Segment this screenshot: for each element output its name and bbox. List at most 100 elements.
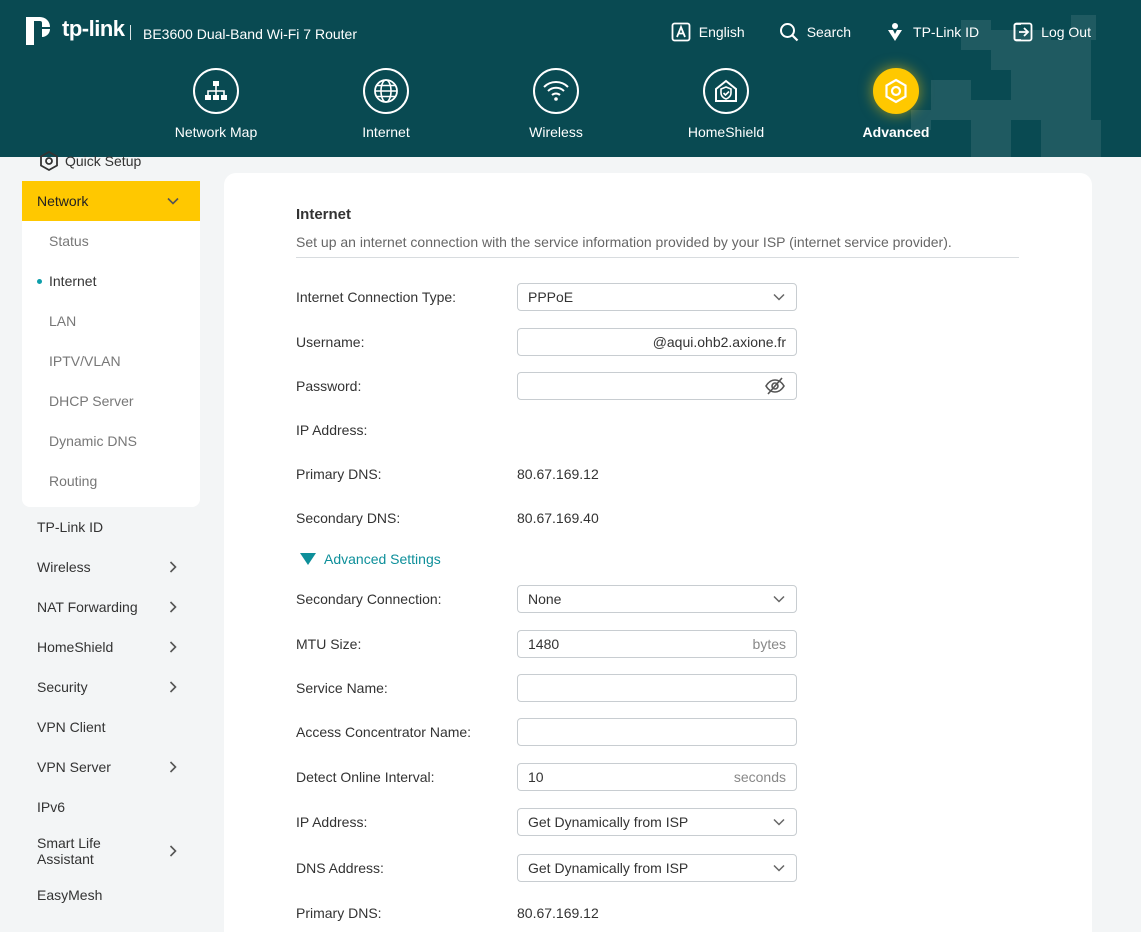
tplink-id-label: TP-Link ID: [913, 24, 980, 40]
chevron-right-icon: [169, 761, 177, 773]
quick-setup-link[interactable]: Quick Setup: [38, 150, 141, 172]
language-link[interactable]: English: [671, 22, 745, 42]
tab-wireless[interactable]: Wireless: [471, 68, 641, 140]
tplink-id-link[interactable]: TP-Link ID: [885, 22, 979, 42]
username-row: Username: @aqui.ohb2.axione.fr: [296, 327, 856, 357]
tab-label: HomeShield: [687, 124, 765, 140]
ip-address-row: IP Address:: [296, 415, 856, 445]
sidebar-subitem-internet[interactable]: Internet: [22, 261, 200, 301]
sidebar-item-easymesh[interactable]: EasyMesh: [22, 875, 200, 915]
tab-advanced[interactable]: Advanced: [811, 68, 981, 140]
service-name-row: Service Name:: [296, 673, 856, 703]
connection-type-row: Internet Connection Type: PPPoE: [296, 282, 856, 312]
sidebar-item-security[interactable]: Security: [22, 667, 200, 707]
field-label: Service Name:: [296, 680, 388, 696]
input-value: @aqui.ohb2.axione.fr: [652, 334, 786, 350]
sidebar-item-homeshield[interactable]: HomeShield: [22, 627, 200, 667]
sidebar-item-label: TP-Link ID: [37, 519, 104, 535]
model-name: BE3600 Dual-Band Wi-Fi 7 Router: [143, 26, 357, 42]
access-concentrator-row: Access Concentrator Name:: [296, 717, 856, 747]
select-value: Get Dynamically from ISP: [528, 860, 689, 876]
quick-setup-label: Quick Setup: [65, 153, 142, 169]
password-row: Password:: [296, 371, 856, 401]
adv-ip-address-row: IP Address: Get Dynamically from ISP: [296, 807, 856, 837]
sidebar-item-network[interactable]: Network: [22, 181, 200, 221]
mtu-input[interactable]: 1480 bytes: [517, 630, 797, 658]
primary-dns-row: Primary DNS: 80.67.169.12: [296, 459, 856, 489]
divider: [296, 257, 1019, 258]
header: tp-link BE3600 Dual-Band Wi-Fi 7 Router …: [0, 0, 1141, 157]
sidebar-item-tplink-id[interactable]: TP-Link ID: [22, 507, 200, 547]
advanced-settings-toggle[interactable]: Advanced Settings: [300, 551, 441, 567]
network-map-icon: [193, 68, 239, 114]
tplink-logo-icon: [26, 17, 50, 45]
gear-icon: [873, 68, 919, 114]
ip-address-select[interactable]: Get Dynamically from ISP: [517, 808, 797, 836]
brand-name: tp-link: [62, 16, 125, 41]
sidebar-item-vpn-server[interactable]: VPN Server: [22, 747, 200, 787]
page-title: Internet: [296, 206, 352, 223]
divider: [130, 25, 131, 40]
sidebar-item-wireless[interactable]: Wireless: [22, 547, 200, 587]
eye-hidden-icon[interactable]: [764, 375, 786, 397]
dns-address-row: DNS Address: Get Dynamically from ISP: [296, 853, 856, 883]
field-label: Detect Online Interval:: [296, 769, 435, 785]
sidebar-item-label: Wireless: [37, 559, 91, 575]
sidebar-subitem-dhcp-server[interactable]: DHCP Server: [22, 381, 200, 421]
sidebar-item-label: Smart Life Assistant: [37, 835, 101, 867]
tplink-logo[interactable]: tp-link: [22, 11, 125, 47]
field-label: MTU Size:: [296, 636, 362, 652]
field-label: IP Address:: [296, 422, 368, 438]
field-label: Primary DNS:: [296, 466, 382, 482]
select-value: Get Dynamically from ISP: [528, 814, 689, 830]
search-link[interactable]: Search: [779, 22, 851, 42]
chevron-right-icon: [169, 641, 177, 653]
access-concentrator-input[interactable]: [517, 718, 797, 746]
field-label: Password:: [296, 378, 362, 394]
sidebar-subitem-status[interactable]: Status: [22, 221, 200, 261]
tab-label: Internet: [362, 124, 410, 140]
language-label: English: [698, 24, 745, 40]
tplink-id-icon: [888, 23, 903, 41]
sidebar-item-label: VPN Client: [37, 719, 106, 735]
sidebar-item-label: Security: [37, 679, 88, 695]
secondary-connection-row: Secondary Connection: None: [296, 584, 856, 614]
quick-setup-icon: [40, 150, 58, 172]
connection-type-select[interactable]: PPPoE: [517, 283, 797, 311]
password-input[interactable]: [517, 372, 797, 400]
field-label: DNS Address:: [296, 860, 384, 876]
chevron-down-icon: [773, 293, 785, 301]
sidebar-subitem-routing[interactable]: Routing: [22, 461, 200, 501]
unit-label: bytes: [752, 636, 786, 652]
tab-internet[interactable]: Internet: [301, 68, 471, 140]
sidebar-subitem-dynamic-dns[interactable]: Dynamic DNS: [22, 421, 200, 461]
detect-interval-input[interactable]: 10 seconds: [517, 763, 797, 791]
username-input[interactable]: @aqui.ohb2.axione.fr: [517, 328, 797, 356]
input-value: 10: [528, 769, 544, 785]
internet-settings-card: Internet Set up an internet connection w…: [224, 173, 1092, 932]
globe-icon: [363, 68, 409, 114]
tab-network-map[interactable]: Network Map: [131, 68, 301, 140]
chevron-right-icon: [169, 561, 177, 573]
secondary-dns-row: Secondary DNS: 80.67.169.40: [296, 503, 856, 533]
logout-label: Log Out: [1041, 24, 1091, 40]
tab-homeshield[interactable]: HomeShield: [641, 68, 811, 140]
dns-address-select[interactable]: Get Dynamically from ISP: [517, 854, 797, 882]
secondary-connection-select[interactable]: None: [517, 585, 797, 613]
sidebar-item-label: VPN Server: [37, 759, 111, 775]
field-label: Secondary DNS:: [296, 510, 401, 526]
sidebar-item-label: NAT Forwarding: [37, 599, 138, 615]
chevron-down-icon: [167, 197, 179, 205]
logout-icon: [1013, 22, 1033, 42]
sidebar-subitem-iptv-vlan[interactable]: IPTV/VLAN: [22, 341, 200, 381]
sidebar-item-ipv6[interactable]: IPv6: [22, 787, 200, 827]
chevron-right-icon: [169, 681, 177, 693]
sidebar-item-vpn-client[interactable]: VPN Client: [22, 707, 200, 747]
service-name-input[interactable]: [517, 674, 797, 702]
tab-label: Wireless: [529, 124, 583, 140]
tab-label: Advanced: [862, 124, 930, 140]
sidebar-item-smart-life-assistant[interactable]: Smart Life Assistant: [22, 827, 200, 875]
sidebar-subitem-lan[interactable]: LAN: [22, 301, 200, 341]
logout-link[interactable]: Log Out: [1013, 22, 1091, 42]
sidebar-item-nat-forwarding[interactable]: NAT Forwarding: [22, 587, 200, 627]
